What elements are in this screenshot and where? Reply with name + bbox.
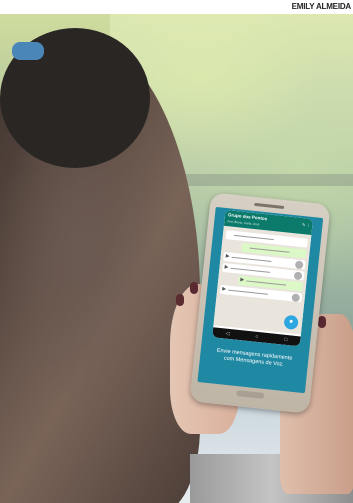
back-icon: ◁ [225,330,230,337]
photo-credit: EMILY ALMEIDA [0,0,353,14]
fingernail [190,282,198,294]
phone-home-button [236,390,265,399]
play-icon: ▶ [221,285,227,293]
play-icon: ▶ [240,276,245,284]
attach-icon: ✎ ⋮ [301,221,311,228]
play-icon: ▶ [224,264,229,271]
smartphone: Grupo dos Pontos Ana, Bruno, Carla, Você… [189,192,331,414]
window-frame-bar [160,174,353,186]
waveform [246,280,287,286]
message-text-line [233,234,274,241]
hair-clip [12,42,44,60]
home-icon: ○ [255,333,259,340]
recent-apps-icon: □ [283,336,288,344]
phone-screen: Grupo dos Pontos Ana, Bruno, Carla, Você… [197,206,324,394]
avatar [293,270,303,280]
avatar [294,259,304,269]
photograph: Grupo dos Pontos Ana, Bruno, Carla, Você… [0,14,353,503]
waveform [230,267,271,273]
play-icon: ▶ [225,253,230,260]
promo-caption: Envie mensagens rapidamente com Mensagen… [204,347,305,371]
avatar [291,292,301,302]
fingernail [318,316,326,328]
app-screenshot: Grupo dos Pontos Ana, Bruno, Carla, Você… [212,209,314,347]
waveform [231,256,272,262]
message-text-line [249,247,290,253]
fingernail [176,294,184,306]
phone-speaker [254,202,285,209]
waveform [228,289,269,295]
